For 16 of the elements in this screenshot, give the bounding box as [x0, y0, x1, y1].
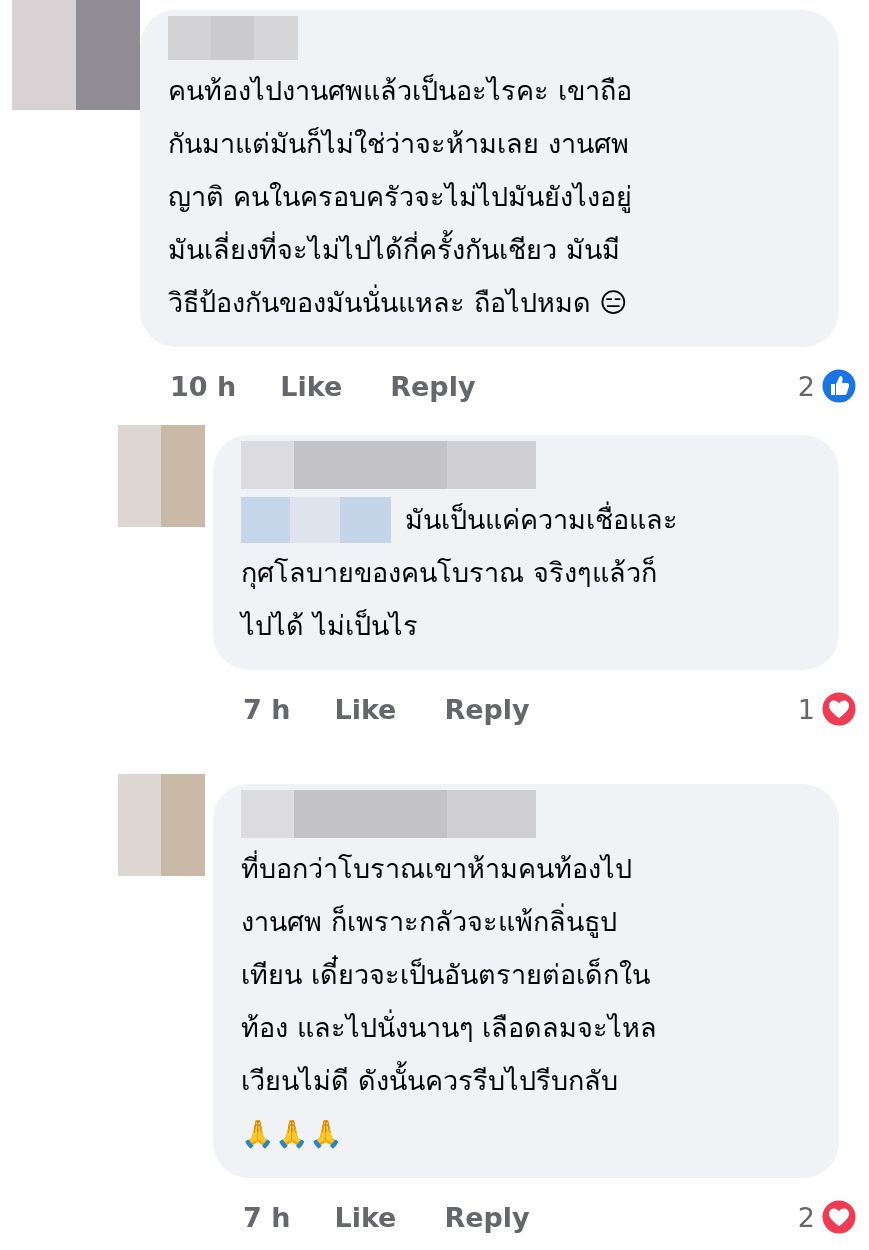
like-link[interactable]: Like: [280, 370, 343, 402]
reaction-count: 1: [797, 693, 815, 725]
comment-time: 7 h: [243, 693, 291, 725]
reaction-count: 2: [797, 1201, 815, 1233]
like-link[interactable]: Like: [334, 693, 397, 725]
reply-link[interactable]: Reply: [444, 693, 530, 725]
comment-time: 10 h: [170, 370, 237, 402]
thumbs-up-icon[interactable]: [819, 366, 859, 406]
like-link[interactable]: Like: [334, 1201, 397, 1233]
reply-link[interactable]: Reply: [444, 1201, 530, 1233]
comment-time: 7 h: [243, 1201, 291, 1233]
reply-link[interactable]: Reply: [390, 370, 476, 402]
comment-text: กุศโลบายของคนโบราณ จริงๆแล้วก็ ไปได้ ไม่เป็นไร: [241, 555, 658, 643]
reaction-count: 2: [797, 370, 815, 402]
comment-text: มันเป็นแค่ความเชื่อและ: [405, 493, 678, 546]
comment-text: คนท้องไปงานศพแล้วเป็นอะไรคะ เขาถือ กันมาแต่มันก็ไม่ใช่ว่าจะห้ามเลย งานศพ ญาติ คนในครอบครัวจะไม่ไปมันยังไงอยู่ มันเลี่ยงที่จะไม่ไปได้กี่ครั้งกันเชียว มันมี วิธีป้องกันของมันนั่นแหละ ถือไปหมด 😑: [168, 75, 632, 318]
